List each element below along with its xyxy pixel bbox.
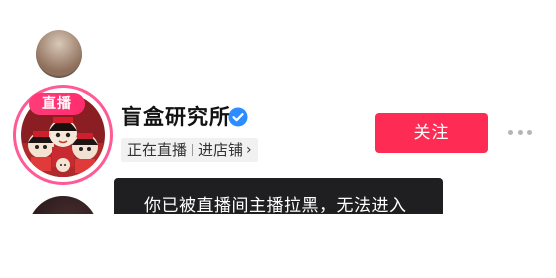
chevron-right-icon: › (246, 142, 252, 158)
live-badge: 直播 (29, 93, 85, 115)
previous-user-avatar[interactable] (36, 30, 82, 78)
shop-link[interactable]: 进店铺 (198, 138, 243, 162)
more-dots-icon[interactable] (508, 130, 532, 136)
verified-check-icon (228, 107, 248, 127)
live-status-text: 正在直播 (127, 141, 188, 159)
follow-button[interactable]: 关注 (375, 113, 488, 153)
user-name[interactable]: 盲盒研究所 (121, 104, 231, 130)
toast-message: 你已被直播间主播拉黑，无法进入 (114, 178, 443, 214)
status-divider (192, 144, 194, 156)
toast-text: 你已被直播间主播拉黑，无法进入 (144, 196, 407, 214)
dot (517, 130, 523, 135)
dot (527, 130, 532, 135)
live-status-bar[interactable]: 正在直播 进店铺 › (121, 138, 258, 162)
dot (508, 130, 513, 135)
page-bottom-area (0, 214, 556, 278)
